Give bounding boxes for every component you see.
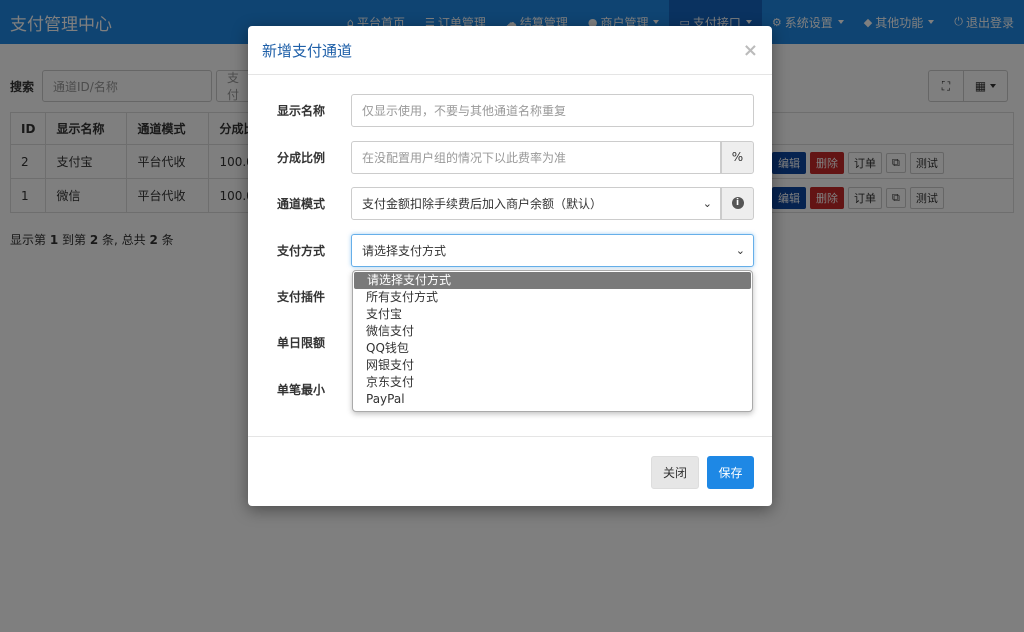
ratio-input[interactable]: 在没配置用户组的情况下以此费率为准 bbox=[351, 140, 721, 174]
mode-info-button[interactable]: i bbox=[721, 186, 754, 220]
paytype-option[interactable]: 请选择支付方式 bbox=[354, 272, 751, 289]
ratio-label: 分成比例 bbox=[276, 150, 325, 165]
plugin-label: 支付插件 bbox=[276, 289, 325, 304]
modal-header: 新增支付通道 × bbox=[248, 26, 772, 75]
paytype-option[interactable]: PayPal bbox=[353, 391, 752, 408]
paytype-option[interactable]: 京东支付 bbox=[353, 374, 752, 391]
modal-title: 新增支付通道 bbox=[262, 41, 353, 60]
paytype-label: 支付方式 bbox=[276, 243, 325, 258]
form-row-mode: 通道模式 支付金额扣除手续费后加入商户余额（默认） ⌄ i bbox=[248, 186, 772, 220]
paytype-option[interactable]: 支付宝 bbox=[353, 306, 752, 323]
daylimit-label: 单日限额 bbox=[276, 335, 325, 350]
chevron-down-icon: ⌄ bbox=[735, 243, 745, 257]
close-icon[interactable]: × bbox=[743, 40, 758, 61]
modal-footer: 关闭 保存 bbox=[248, 436, 772, 506]
paytype-option[interactable]: 所有支付方式 bbox=[353, 289, 752, 306]
minimum-label: 单笔最小 bbox=[276, 382, 325, 397]
info-icon: i bbox=[731, 197, 744, 209]
percent-addon: % bbox=[721, 140, 754, 174]
form-row-name: 显示名称 仅显示使用，不要与其他通道名称重复 bbox=[248, 93, 772, 127]
form-row-ratio: 分成比例 在没配置用户组的情况下以此费率为准 % bbox=[248, 140, 772, 174]
add-channel-modal: 新增支付通道 × 显示名称 仅显示使用，不要与其他通道名称重复 分成比例 在没配… bbox=[248, 26, 772, 506]
mode-label: 通道模式 bbox=[276, 196, 325, 211]
save-button[interactable]: 保存 bbox=[707, 456, 754, 489]
mode-select[interactable]: 支付金额扣除手续费后加入商户余额（默认） ⌄ bbox=[351, 186, 721, 220]
name-input[interactable]: 仅显示使用，不要与其他通道名称重复 bbox=[351, 93, 754, 127]
paytype-select[interactable]: 请选择支付方式 ⌄ bbox=[351, 233, 754, 267]
form-row-paytype: 支付方式 请选择支付方式 ⌄ bbox=[248, 233, 772, 267]
paytype-option[interactable]: QQ钱包 bbox=[353, 340, 752, 357]
name-label: 显示名称 bbox=[276, 103, 325, 118]
paytype-dropdown: 请选择支付方式 所有支付方式 支付宝 微信支付 QQ钱包 网银支付 京东支付 PayPal bbox=[352, 270, 753, 412]
paytype-option[interactable]: 网银支付 bbox=[353, 357, 752, 374]
paytype-option[interactable]: 微信支付 bbox=[353, 323, 752, 340]
mode-select-value: 支付金额扣除手续费后加入商户余额（默认） bbox=[362, 196, 603, 211]
close-button[interactable]: 关闭 bbox=[651, 456, 699, 489]
paytype-select-value: 请选择支付方式 bbox=[362, 243, 447, 258]
chevron-down-icon: ⌄ bbox=[702, 196, 712, 210]
